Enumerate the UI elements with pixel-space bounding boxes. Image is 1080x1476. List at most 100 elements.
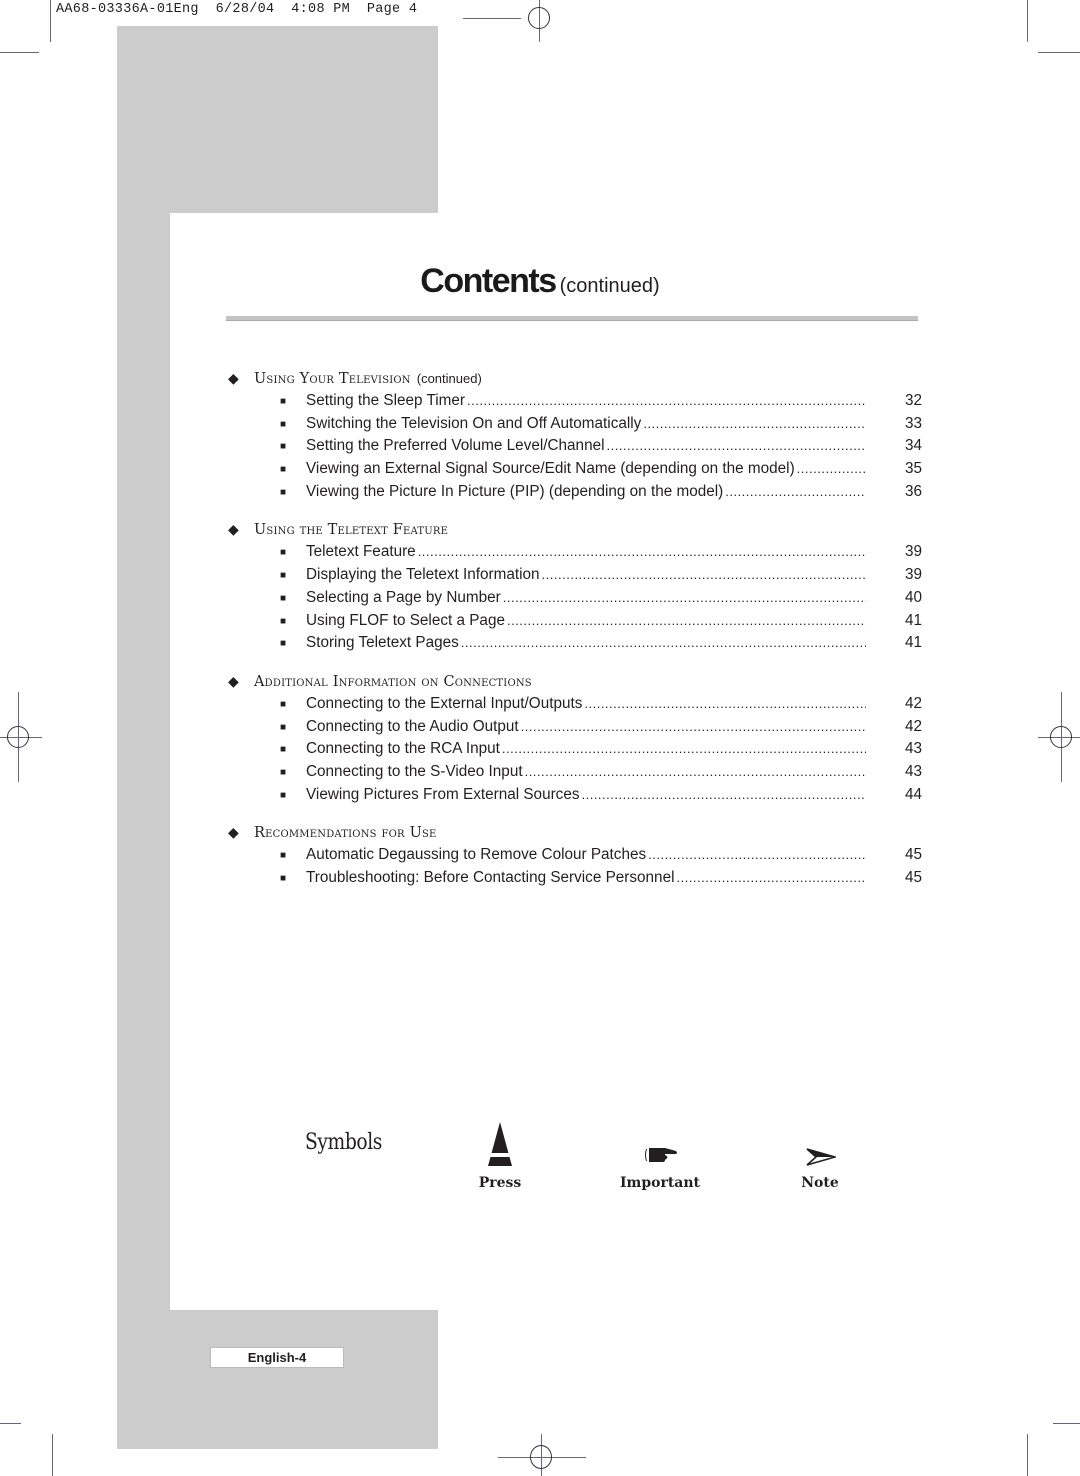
entry-title: Storing Teletext Pages: [306, 634, 459, 652]
toc-entry[interactable]: ■ Viewing the Picture In Picture (PIP) (d…: [228, 483, 928, 506]
entry-page-number: 43: [904, 740, 922, 758]
square-bullet-icon: ■: [280, 850, 287, 862]
square-bullet-icon: ■: [280, 789, 287, 801]
toc-entry[interactable]: ■ Switching the Television On and Off Aut…: [228, 415, 928, 438]
square-bullet-icon: ■: [280, 441, 287, 453]
dot-leader: [467, 393, 866, 408]
press-label: Press: [478, 1175, 522, 1191]
toc-entry[interactable]: ■ Viewing an External Signal Source/Edit …: [228, 460, 928, 483]
dot-leader: [418, 544, 866, 559]
toc-entry[interactable]: ■ Displaying the Teletext Information 39: [228, 566, 928, 589]
section-heading: ◆ Using the Teletext Feature: [228, 521, 928, 543]
section-heading: ◆ Additional Information on Connections: [228, 673, 928, 695]
note-arrowhead-icon: [806, 1148, 838, 1166]
left-gray-strip: [117, 212, 170, 1312]
toc-section: ◆ Additional Information on Connections ■ C…: [228, 673, 928, 808]
entry-title: Setting the Sleep Timer: [306, 392, 466, 409]
dot-leader: [461, 635, 866, 650]
square-bullet-icon: ■: [280, 592, 287, 604]
important-label: Important: [619, 1175, 701, 1191]
toc-entry[interactable]: ■ Setting the Preferred Volume Level/Chan…: [228, 437, 928, 460]
square-bullet-icon: ■: [280, 547, 287, 559]
dot-leader: [507, 613, 866, 628]
entry-page-number: 43: [904, 762, 922, 780]
entry-title: Troubleshooting: Before Contacting Servi…: [306, 869, 675, 886]
toc-entry[interactable]: ■ Connecting to the Audio Output 42: [228, 718, 928, 741]
title-main: Contents: [420, 262, 557, 300]
square-bullet-icon: ■: [280, 744, 287, 756]
toc-section: ◆ Recommendations for Use ■ Automatic Degau…: [228, 824, 928, 891]
dot-leader: [606, 438, 866, 453]
title-sub: (continued): [559, 275, 660, 297]
square-bullet-icon: ■: [280, 873, 287, 884]
entry-title: Connecting to the S-Video Input: [306, 762, 523, 780]
toc-entry[interactable]: ■ Connecting to the S-Video Input 43: [228, 763, 928, 786]
press-icon: [486, 1122, 514, 1166]
dot-leader: [503, 590, 866, 605]
section-title: Using Your Television: [254, 371, 411, 387]
entry-title: Setting the Preferred Volume Level/Chann…: [306, 437, 605, 455]
entry-page-number: 33: [904, 414, 922, 432]
entry-page-number: 42: [904, 717, 922, 735]
entry-title: Switching the Television On and Off Auto…: [306, 414, 642, 432]
table-of-contents: ◆ Using Your Television (continued) ■ Settin…: [228, 370, 928, 908]
entry-page-number: 44: [904, 785, 922, 803]
entry-title: Selecting a Page by Number: [306, 588, 501, 606]
bottom-gray-panel: [117, 1310, 438, 1449]
toc-entry[interactable]: ■ Using FLOF to Select a Page 41: [228, 612, 928, 635]
toc-entry[interactable]: ■ Storing Teletext Pages 41: [228, 634, 928, 657]
dot-leader: [676, 870, 866, 885]
dot-leader: [584, 696, 866, 711]
entry-page-number: 36: [904, 482, 922, 500]
square-bullet-icon: ■: [280, 615, 287, 627]
dot-leader: [521, 719, 866, 734]
dot-leader: [643, 416, 866, 431]
entry-page-number: 39: [904, 543, 922, 561]
dot-leader: [648, 847, 866, 862]
title-divider: [226, 316, 918, 321]
symbols-title: Symbols: [305, 1130, 382, 1155]
entry-title: Displaying the Teletext Information: [306, 566, 540, 584]
entry-title: Viewing Pictures From External Sources: [306, 785, 580, 803]
toc-entry[interactable]: ■ Connecting to the External Input/Output…: [228, 695, 928, 718]
toc-entry[interactable]: ■ Teletext Feature 39: [228, 543, 928, 566]
toc-entry[interactable]: ■ Troubleshooting: Before Contacting Serv…: [228, 869, 928, 892]
square-bullet-icon: ■: [280, 418, 287, 430]
entry-page-number: 41: [904, 611, 922, 629]
pointing-hand-icon: [643, 1145, 679, 1165]
entry-page-number: 34: [904, 437, 922, 455]
section-heading: ◆ Using Your Television (continued): [228, 370, 928, 392]
toc-entry[interactable]: ■ Automatic Degaussing to Remove Colour P…: [228, 846, 928, 869]
entry-title: Using FLOF to Select a Page: [306, 611, 505, 629]
dot-leader: [725, 484, 866, 499]
toc-entry[interactable]: ■ Viewing Pictures From External Sources 4…: [228, 786, 928, 809]
square-bullet-icon: ■: [280, 396, 287, 407]
entry-page-number: 41: [904, 634, 922, 652]
toc-section: ◆ Using the Teletext Feature ■ Teletext Fea…: [228, 521, 928, 656]
section-title: Recommendations for Use: [254, 825, 437, 842]
square-bullet-icon: ■: [280, 698, 287, 710]
toc-entry[interactable]: ■ Connecting to the RCA Input 43: [228, 740, 928, 763]
top-gray-panel: [117, 26, 438, 213]
diamond-bullet-icon: ◆: [228, 521, 239, 538]
square-bullet-icon: ■: [280, 766, 287, 778]
toc-entry[interactable]: ■ Setting the Sleep Timer 32: [228, 392, 928, 415]
toc-section: ◆ Using Your Television (continued) ■ Settin…: [228, 370, 928, 505]
entry-page-number: 45: [904, 846, 922, 864]
dot-leader: [542, 567, 866, 582]
dot-leader: [581, 787, 866, 802]
dot-leader: [797, 461, 866, 476]
square-bullet-icon: ■: [280, 721, 287, 733]
entry-title: Connecting to the External Input/Outputs: [306, 694, 583, 712]
entry-title: Automatic Degaussing to Remove Colour Pa…: [306, 846, 647, 864]
entry-title: Viewing an External Signal Source/Edit N…: [306, 460, 795, 478]
toc-entry[interactable]: ■ Selecting a Page by Number 40: [228, 589, 928, 612]
square-bullet-icon: ■: [280, 486, 287, 498]
section-heading: ◆ Recommendations for Use: [228, 824, 928, 846]
entry-page-number: 35: [904, 460, 922, 478]
entry-title: Teletext Feature: [306, 543, 416, 561]
diamond-bullet-icon: ◆: [228, 824, 239, 841]
entry-page-number: 42: [904, 694, 922, 712]
entry-title: Connecting to the RCA Input: [306, 740, 500, 758]
entry-title: Viewing the Picture In Picture (PIP) (de…: [306, 482, 724, 500]
